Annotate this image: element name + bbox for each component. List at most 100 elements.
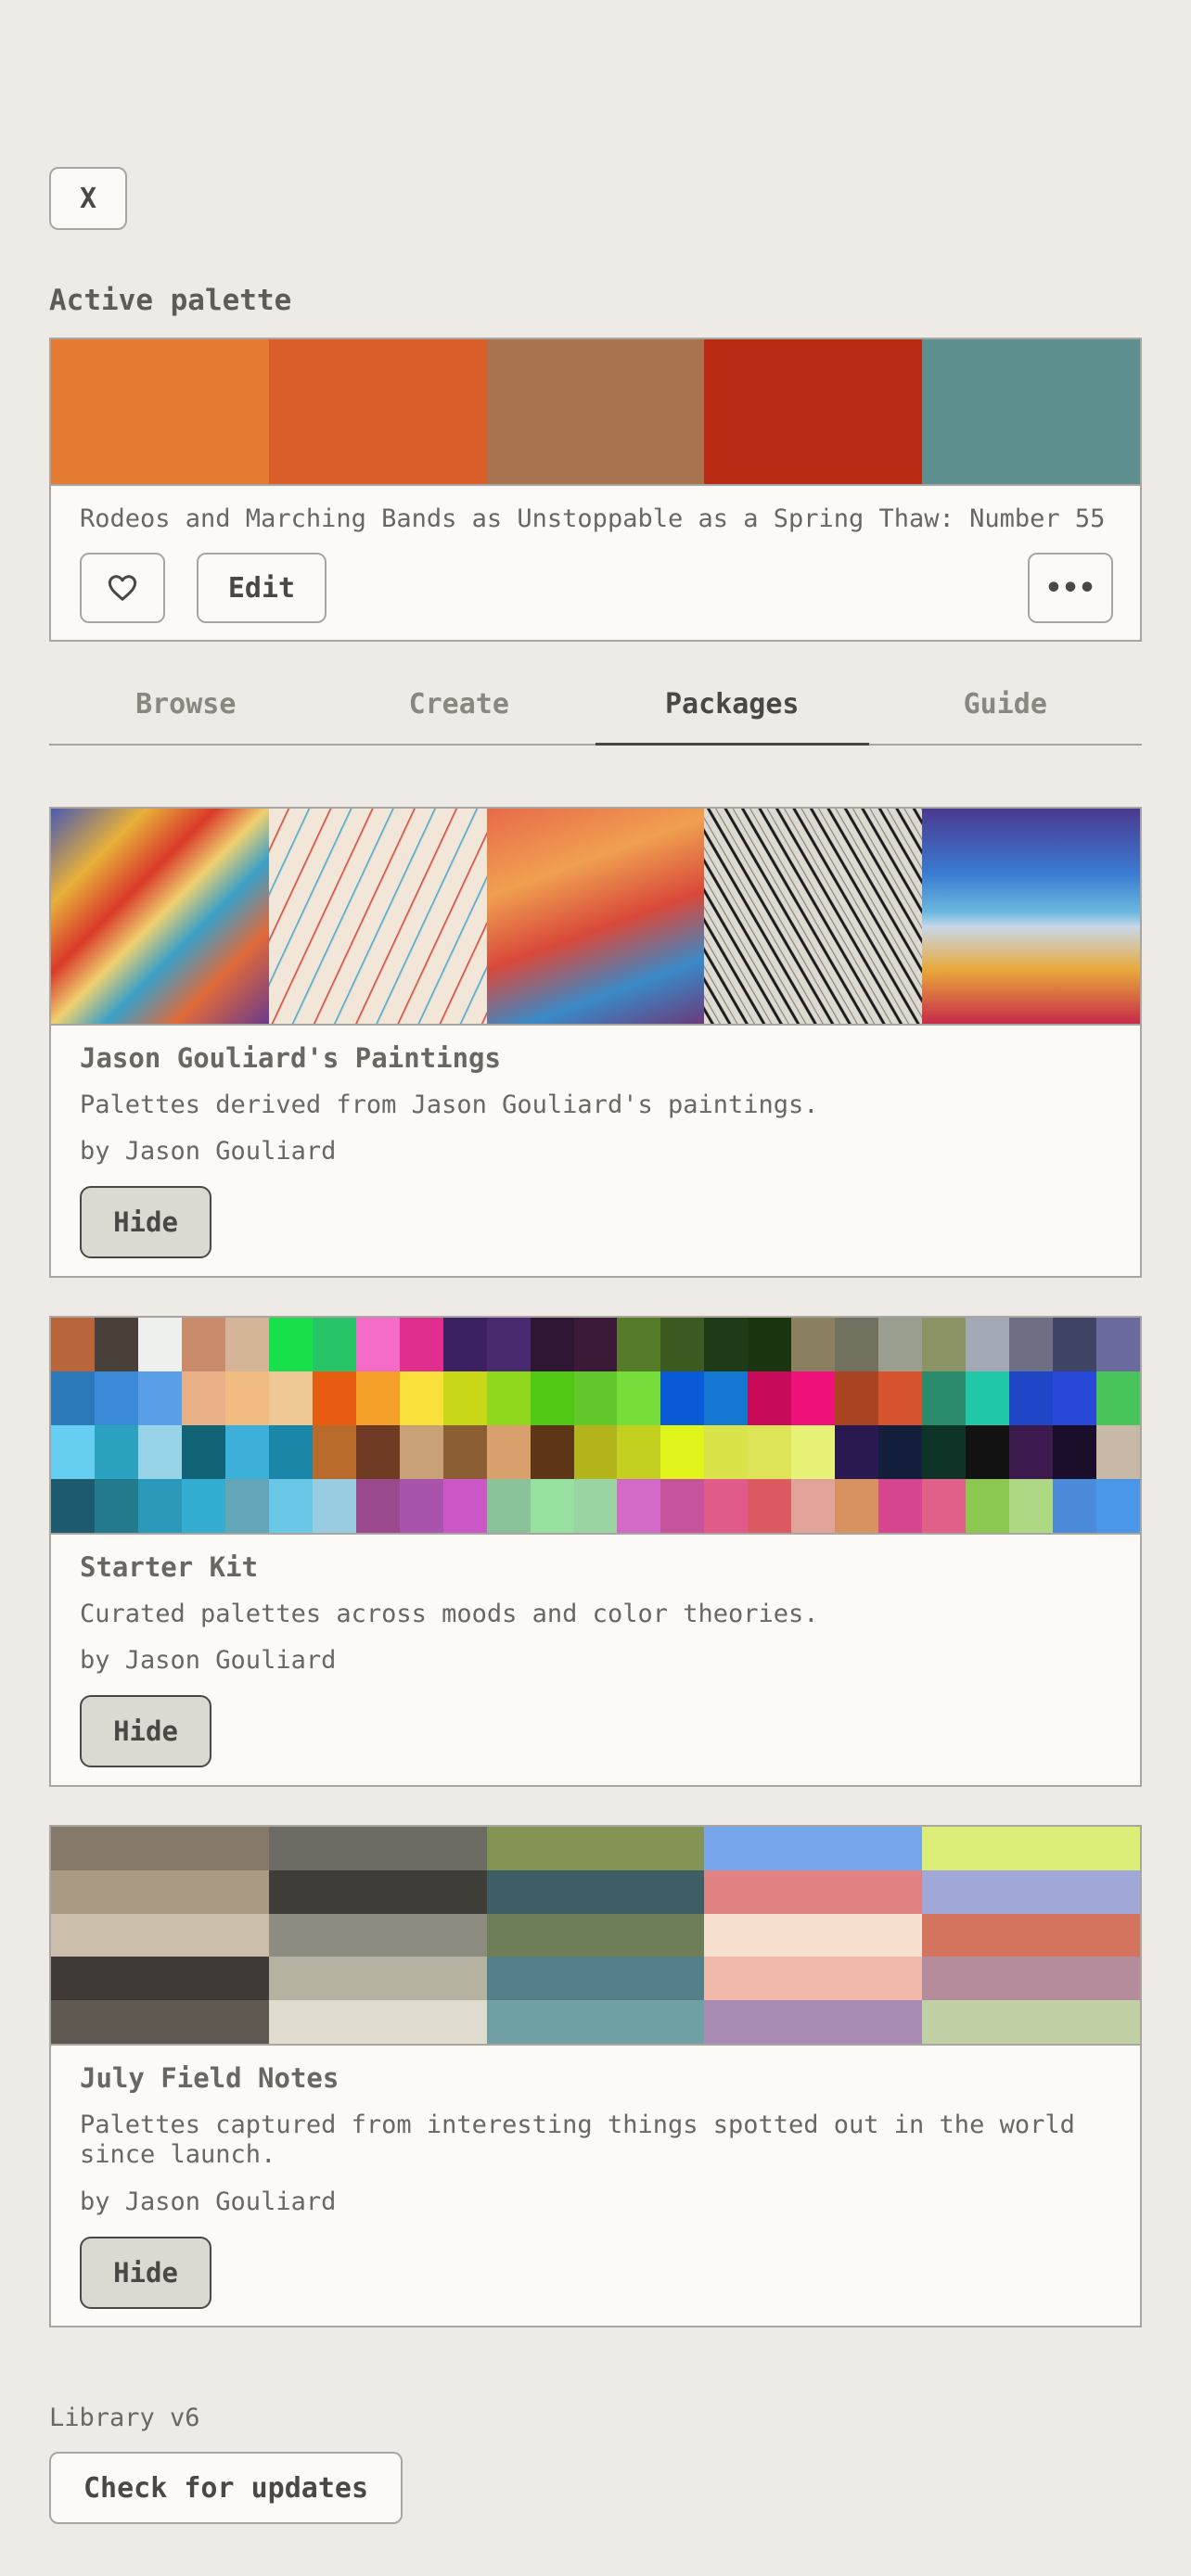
ellipsis-icon: ••• (1044, 571, 1096, 605)
swatch-cell (617, 1371, 661, 1425)
swatch-cell (355, 1371, 400, 1425)
swatch-cell (704, 1371, 749, 1425)
swatch-cell (51, 2000, 269, 2044)
swatch-cell (51, 1479, 95, 1533)
active-swatch-4 (704, 339, 923, 484)
swatch-cell (835, 1371, 879, 1425)
swatch-cell (748, 1318, 792, 1371)
swatch-cell (312, 1371, 356, 1425)
swatch-cell (1009, 1479, 1054, 1533)
swatch-cell (137, 1371, 182, 1425)
painting-thumbnail-3 (486, 809, 705, 1024)
swatch-cell (660, 1371, 705, 1425)
edit-button[interactable]: Edit (197, 553, 327, 623)
swatch-cell (399, 1425, 443, 1479)
swatch-cell (51, 1827, 269, 1870)
swatch-cell (94, 1425, 138, 1479)
swatch-cell (791, 1479, 836, 1533)
swatch-cell (530, 1371, 574, 1425)
hide-button[interactable]: Hide (80, 2236, 211, 2309)
swatch-cell (137, 1479, 182, 1533)
swatch-cell (966, 1479, 1010, 1533)
swatch-cell (1096, 1425, 1140, 1479)
swatch-cell (878, 1318, 923, 1371)
library-version: Library v6 (49, 2404, 200, 2432)
swatch-cell (312, 1425, 356, 1479)
swatch-cell (1009, 1318, 1054, 1371)
swatch-cell (617, 1318, 661, 1371)
check-updates-button[interactable]: Check for updates (49, 2452, 403, 2524)
swatch-cell (94, 1479, 138, 1533)
swatch-cell (181, 1425, 225, 1479)
swatch-cell (704, 1479, 749, 1533)
swatch-cell (1009, 1371, 1054, 1425)
swatch-cell (1053, 1479, 1097, 1533)
swatch-cell (530, 1425, 574, 1479)
swatch-cell (573, 1425, 618, 1479)
swatch-cell (486, 1425, 531, 1479)
swatch-cell (137, 1318, 182, 1371)
swatch-cell (224, 1371, 269, 1425)
swatch-cell (268, 1913, 487, 1958)
swatch-cell (51, 1425, 95, 1479)
hide-button[interactable]: Hide (80, 1186, 211, 1259)
swatch-cell (51, 1371, 95, 1425)
more-options-button[interactable]: ••• (1028, 553, 1113, 623)
swatch-cell (704, 1957, 923, 2001)
active-swatch-2 (268, 339, 487, 484)
swatch-cell (486, 1869, 705, 1914)
heart-icon (108, 575, 137, 601)
swatch-cell (704, 1425, 749, 1479)
swatch-cell (399, 1318, 443, 1371)
swatch-cell (704, 1318, 749, 1371)
painting-thumbnail-5 (922, 809, 1140, 1024)
favorite-button[interactable] (80, 553, 165, 623)
swatch-cell (835, 1318, 879, 1371)
swatch-cell (660, 1479, 705, 1533)
swatch-cell (399, 1371, 443, 1425)
swatch-cell (573, 1479, 618, 1533)
tab-packages[interactable]: Packages (596, 677, 869, 746)
package-card-paintings: Jason Gouliard's Paintings Palettes deri… (49, 807, 1142, 1278)
swatch-cell (704, 1827, 923, 1870)
active-palette-swatches[interactable] (51, 339, 1140, 486)
swatch-cell (922, 1479, 967, 1533)
package-description: Palettes captured from interesting thing… (80, 2111, 1075, 2170)
swatch-cell (442, 1318, 487, 1371)
swatch-cell (399, 1479, 443, 1533)
swatch-cell (922, 1371, 967, 1425)
swatch-cell (486, 2000, 705, 2044)
swatch-cell (704, 1913, 923, 1958)
tab-guide[interactable]: Guide (869, 677, 1143, 744)
swatch-cell (573, 1371, 618, 1425)
tab-browse[interactable]: Browse (49, 677, 323, 744)
swatch-cell (878, 1479, 923, 1533)
swatch-cell (486, 1957, 705, 2001)
swatch-cell (312, 1479, 356, 1533)
package-author: by Jason Gouliard (80, 1646, 337, 1676)
swatch-cell (355, 1479, 400, 1533)
swatch-cell (704, 2000, 923, 2044)
swatch-cell (966, 1425, 1010, 1479)
swatch-cell (181, 1479, 225, 1533)
swatch-cell (1053, 1425, 1097, 1479)
painting-thumbnail-4 (704, 809, 923, 1024)
swatch-cell (442, 1425, 487, 1479)
swatch-cell (573, 1318, 618, 1371)
swatch-cell (51, 1869, 269, 1914)
swatch-cell (268, 2000, 487, 2044)
swatch-cell (312, 1318, 356, 1371)
swatch-cell (835, 1425, 879, 1479)
swatch-cell (748, 1479, 792, 1533)
swatch-cell (94, 1318, 138, 1371)
hide-button[interactable]: Hide (80, 1695, 211, 1768)
tab-create[interactable]: Create (323, 677, 596, 744)
painting-previews (51, 809, 1140, 1026)
swatch-cell (878, 1371, 923, 1425)
swatch-cell (268, 1371, 313, 1425)
active-palette-name: Rodeos and Marching Bands as Unstoppable… (80, 504, 1106, 533)
swatch-cell (51, 1913, 269, 1958)
close-button[interactable]: X (49, 167, 127, 230)
package-author: by Jason Gouliard (80, 2187, 337, 2216)
swatch-cell (268, 1827, 487, 1870)
